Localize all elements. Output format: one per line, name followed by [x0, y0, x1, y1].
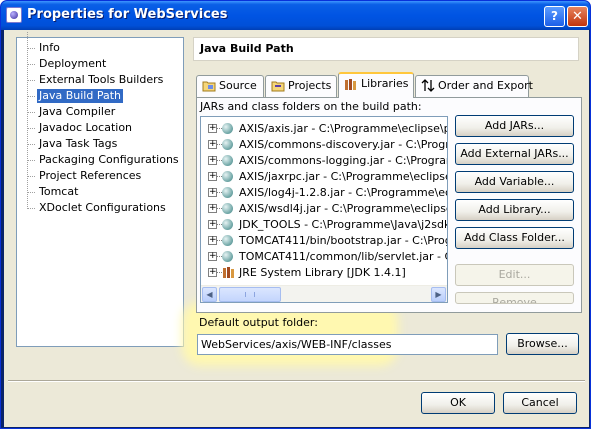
jar-icon: [222, 139, 233, 150]
horizontal-scrollbar[interactable]: ◀ ▶: [201, 285, 447, 302]
expand-icon[interactable]: +: [208, 124, 217, 133]
nav-item-project-references[interactable]: Project References: [21, 160, 145, 183]
nav-item-javadoc-location[interactable]: Javadoc Location: [21, 112, 136, 135]
scroll-left-icon[interactable]: ◀: [202, 287, 217, 302]
add-variable-button[interactable]: Add Variable...: [455, 171, 574, 193]
jar-icon: [222, 155, 233, 166]
nav-item-java-task-tags[interactable]: Java Task Tags: [21, 128, 121, 151]
jar-icon: [222, 123, 233, 134]
expand-icon[interactable]: +: [208, 172, 217, 181]
expand-icon[interactable]: +: [208, 156, 217, 165]
close-window-button[interactable]: ✕: [567, 6, 588, 27]
property-page-tree[interactable]: Info Deployment External Tools Builders …: [16, 32, 184, 347]
expand-icon[interactable]: +: [208, 140, 217, 149]
output-folder-label: Default output folder:: [199, 316, 318, 329]
jar-icon: [222, 203, 233, 214]
nav-item-external-tools-builders[interactable]: External Tools Builders: [21, 64, 167, 87]
jars-list-label: JARs and class folders on the build path…: [200, 100, 422, 113]
scroll-thumb[interactable]: [219, 287, 281, 302]
scroll-right-icon[interactable]: ▶: [431, 287, 446, 302]
expand-icon[interactable]: +: [208, 220, 217, 229]
dialog-client-area: Info Deployment External Tools Builders …: [4, 30, 589, 427]
footer-separator: [8, 380, 585, 382]
edit-button[interactable]: Edit...: [455, 264, 574, 286]
jar-icon: [222, 219, 233, 230]
build-path-entries-list[interactable]: + AXIS/axis.jar - C:\Programme\eclipse\p…: [200, 116, 448, 303]
jar-icon: [222, 187, 233, 198]
cancel-button[interactable]: Cancel: [503, 392, 577, 414]
expand-icon[interactable]: +: [208, 188, 217, 197]
source-folder-icon: [202, 81, 216, 92]
jar-icon: [222, 171, 233, 182]
jar-icon: [222, 235, 233, 246]
add-class-folder-button[interactable]: Add Class Folder...: [455, 227, 574, 249]
output-folder-field[interactable]: WebServices/axis/WEB-INF/classes: [197, 334, 498, 355]
tab-projects[interactable]: Projects: [265, 75, 337, 97]
projects-icon: [271, 81, 285, 92]
add-jars-button[interactable]: Add JARs...: [455, 115, 574, 137]
libraries-icon: [345, 79, 356, 90]
order-export-icon: [421, 79, 435, 92]
nav-item-java-build-path[interactable]: Java Build Path: [21, 80, 125, 103]
expand-icon[interactable]: +: [208, 268, 217, 277]
expand-icon[interactable]: +: [208, 204, 217, 213]
remove-button[interactable]: Remove: [455, 292, 574, 304]
jar-icon: [222, 251, 233, 262]
expand-icon[interactable]: +: [208, 252, 217, 261]
window-title: Properties for WebServices: [27, 7, 228, 22]
tab-libraries[interactable]: Libraries: [338, 72, 414, 98]
library-icon: [223, 267, 234, 278]
tab-source[interactable]: Source: [196, 75, 264, 97]
nav-item-xdoclet-configurations[interactable]: XDoclet Configurations: [21, 192, 170, 215]
eclipse-app-icon: [6, 7, 22, 23]
expand-icon[interactable]: +: [208, 236, 217, 245]
properties-dialog: Properties for WebServices ? ✕ Info Depl…: [0, 0, 591, 429]
nav-item-packaging-configurations[interactable]: Packaging Configurations: [21, 144, 183, 167]
tab-order-and-export[interactable]: Order and Export: [415, 75, 533, 97]
add-library-button[interactable]: Add Library...: [455, 199, 574, 221]
add-external-jars-button[interactable]: Add External JARs...: [455, 143, 574, 165]
browse-button[interactable]: Browse...: [506, 333, 579, 355]
nav-item-java-compiler[interactable]: Java Compiler: [21, 96, 119, 119]
page-title: Java Build Path: [193, 37, 579, 61]
help-title-button[interactable]: ?: [544, 6, 565, 27]
title-bar[interactable]: Properties for WebServices ? ✕: [1, 1, 590, 30]
ok-button[interactable]: OK: [421, 392, 495, 414]
